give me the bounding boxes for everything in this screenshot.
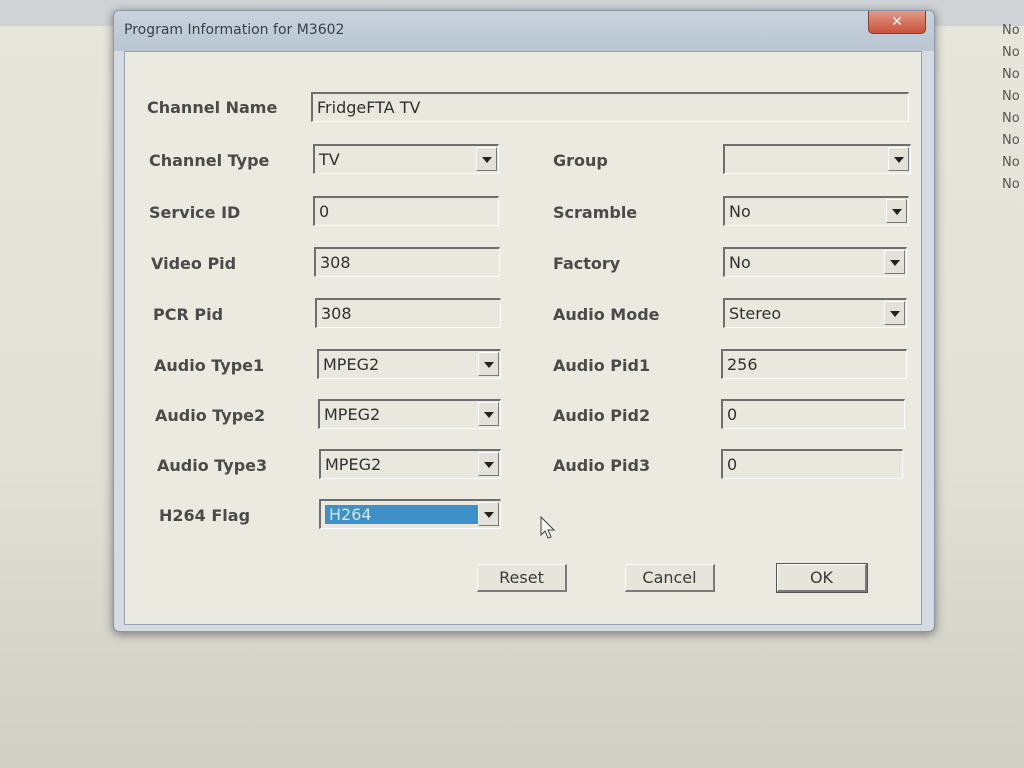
audio-pid3-value: 0	[727, 455, 738, 474]
chevron-down-icon[interactable]	[888, 147, 909, 171]
factory-select[interactable]: No	[723, 247, 907, 277]
pcr-pid-value: 308	[321, 304, 352, 323]
scramble-label: Scramble	[553, 203, 638, 222]
mouse-cursor-icon	[540, 516, 556, 539]
reset-button[interactable]: Reset	[477, 564, 567, 592]
audio-type1-value: MPEG2	[323, 355, 380, 374]
chevron-down-icon[interactable]	[886, 199, 907, 223]
audio-pid2-input[interactable]: 0	[721, 399, 905, 429]
audio-mode-select[interactable]: Stereo	[723, 298, 907, 328]
program-information-dialog: Program Information for M3602 ✕ Channel …	[113, 10, 935, 632]
h264-flag-select[interactable]: H264	[319, 499, 501, 529]
chevron-down-icon[interactable]	[478, 352, 499, 376]
background-cell: No	[1002, 155, 1020, 170]
audio-pid1-input[interactable]: 256	[721, 349, 907, 379]
group-label: Group	[553, 151, 608, 170]
audio-type2-select[interactable]: MPEG2	[318, 399, 501, 429]
chevron-down-icon[interactable]	[478, 502, 499, 526]
audio-type1-select[interactable]: MPEG2	[317, 349, 501, 379]
audio-pid2-value: 0	[727, 405, 738, 424]
channel-type-value: TV	[319, 150, 340, 169]
scramble-value: No	[729, 202, 751, 221]
background-cell: No	[1002, 133, 1020, 148]
dialog-title: Program Information for M3602	[124, 22, 345, 38]
background-cell: No	[1002, 177, 1020, 192]
audio-mode-label: Audio Mode	[553, 305, 660, 324]
background-cell: No	[1002, 111, 1020, 126]
chevron-down-icon[interactable]	[884, 301, 905, 325]
background-cell: No	[1002, 67, 1020, 82]
background-status-column: No No No No No No No No	[1000, 20, 1024, 196]
background-cell: No	[1002, 45, 1020, 60]
background-cell: No	[1002, 89, 1020, 104]
audio-type3-label: Audio Type3	[157, 456, 268, 475]
channel-name-input[interactable]: FridgeFTA TV	[311, 92, 909, 122]
h264-flag-value: H264	[325, 505, 479, 524]
channel-type-label: Channel Type	[149, 151, 270, 170]
audio-pid3-label: Audio Pid3	[553, 456, 651, 475]
cancel-button[interactable]: Cancel	[625, 564, 715, 592]
channel-type-select[interactable]: TV	[313, 144, 499, 174]
audio-type1-label: Audio Type1	[154, 356, 265, 375]
factory-value: No	[729, 253, 751, 272]
audio-pid2-label: Audio Pid2	[553, 406, 651, 425]
service-id-input[interactable]: 0	[313, 196, 499, 226]
dialog-titlebar[interactable]: Program Information for M3602 ✕	[114, 11, 934, 51]
channel-name-value: FridgeFTA TV	[317, 98, 421, 117]
audio-type3-value: MPEG2	[325, 455, 382, 474]
audio-type2-label: Audio Type2	[155, 406, 266, 425]
dialog-client-area: Channel Name FridgeFTA TV Channel Type T…	[124, 51, 922, 625]
service-id-label: Service ID	[149, 203, 241, 222]
chevron-down-icon[interactable]	[478, 452, 499, 476]
h264-flag-label: H264 Flag	[159, 506, 251, 525]
video-pid-input[interactable]: 308	[314, 247, 500, 277]
video-pid-value: 308	[320, 253, 351, 272]
chevron-down-icon[interactable]	[884, 250, 905, 274]
audio-mode-value: Stereo	[729, 304, 782, 323]
audio-pid1-label: Audio Pid1	[553, 356, 651, 375]
chevron-down-icon[interactable]	[478, 402, 499, 426]
background-cell: No	[1002, 23, 1020, 38]
pcr-pid-input[interactable]: 308	[315, 298, 501, 328]
group-select[interactable]	[723, 144, 911, 174]
channel-name-label: Channel Name	[147, 98, 278, 117]
video-pid-label: Video Pid	[151, 254, 237, 273]
scramble-select[interactable]: No	[723, 196, 909, 226]
chevron-down-icon[interactable]	[476, 147, 497, 171]
close-icon: ✕	[891, 14, 903, 30]
audio-pid3-input[interactable]: 0	[721, 449, 903, 479]
audio-type3-select[interactable]: MPEG2	[319, 449, 501, 479]
audio-pid1-value: 256	[727, 355, 758, 374]
ok-button[interactable]: OK	[776, 563, 868, 593]
close-button[interactable]: ✕	[868, 11, 926, 34]
audio-type2-value: MPEG2	[324, 405, 381, 424]
service-id-value: 0	[319, 202, 330, 221]
pcr-pid-label: PCR Pid	[153, 305, 224, 324]
factory-label: Factory	[553, 254, 621, 273]
